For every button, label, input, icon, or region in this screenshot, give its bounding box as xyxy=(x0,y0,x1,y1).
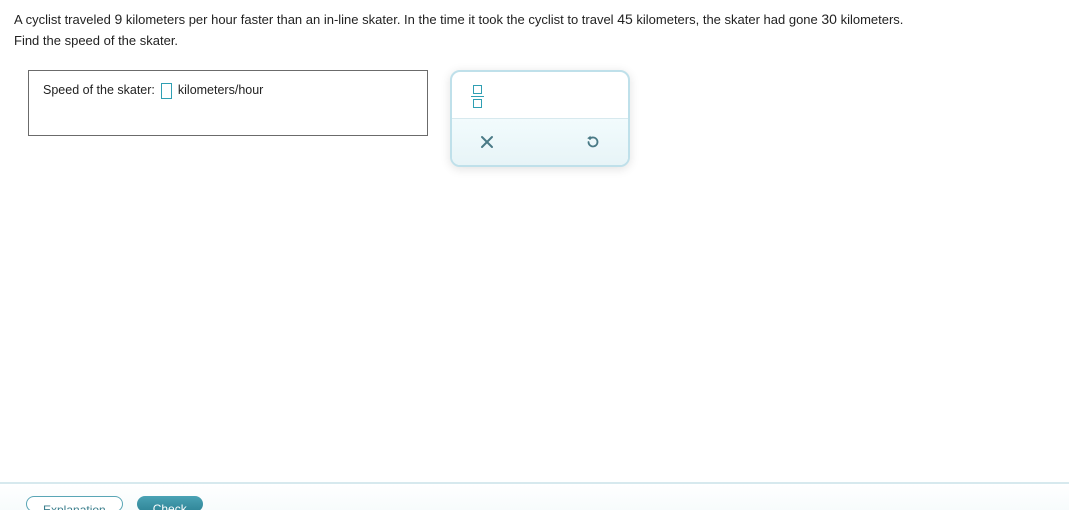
q-num3: 30 xyxy=(821,11,837,27)
explanation-button[interactable]: Explanation xyxy=(26,496,123,510)
q-part3: kilometers, the skater had gone xyxy=(633,12,822,27)
tool-row-bottom xyxy=(452,118,628,165)
answer-box: Speed of the skater: kilometers/hour xyxy=(28,70,428,136)
tool-row-top xyxy=(462,80,618,118)
clear-button[interactable] xyxy=(474,129,500,155)
q-part2: kilometers per hour faster than an in-li… xyxy=(122,12,617,27)
answer-label: Speed of the skater: xyxy=(43,83,155,97)
question-text: A cyclist traveled 9 kilometers per hour… xyxy=(0,0,1069,52)
work-area: Speed of the skater: kilometers/hour xyxy=(0,52,1069,167)
undo-icon xyxy=(584,133,602,151)
fraction-icon xyxy=(471,85,484,109)
footer-bar: Explanation Check xyxy=(0,482,1069,510)
fraction-button[interactable] xyxy=(464,84,490,110)
reset-button[interactable] xyxy=(580,129,606,155)
q-line2: Find the speed of the skater. xyxy=(14,31,1055,52)
tool-panel xyxy=(450,70,630,167)
q-num2: 45 xyxy=(617,11,633,27)
close-icon xyxy=(479,134,495,150)
q-part1: A cyclist traveled xyxy=(14,12,114,27)
answer-units: kilometers/hour xyxy=(178,83,263,97)
answer-input[interactable] xyxy=(161,83,172,99)
q-part4: kilometers. xyxy=(837,12,903,27)
check-button[interactable]: Check xyxy=(137,496,203,510)
